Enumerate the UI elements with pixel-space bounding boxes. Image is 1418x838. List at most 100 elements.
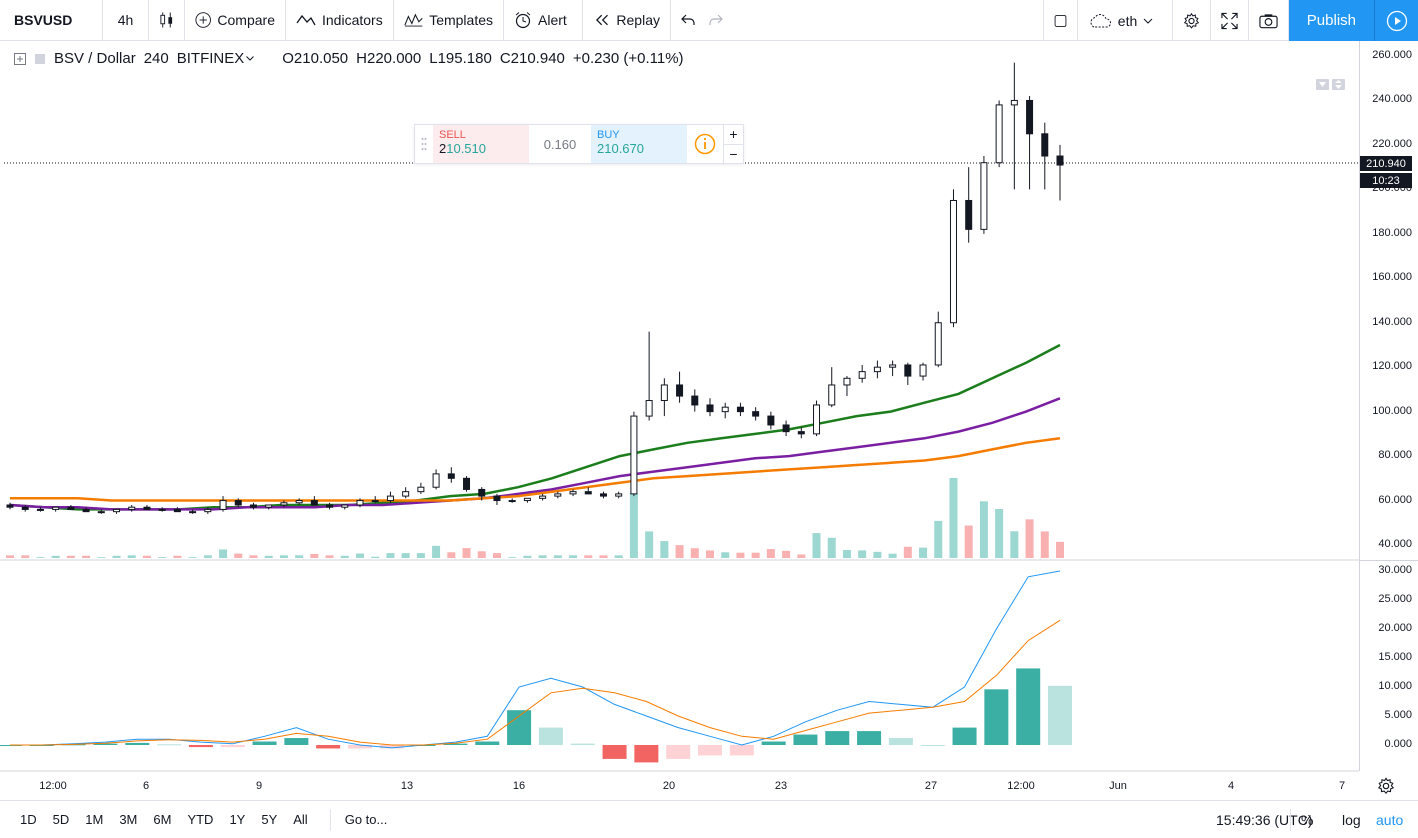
- candle: [523, 497, 531, 503]
- price-tick-label: 60.000: [1378, 493, 1412, 506]
- volume-bar: [401, 553, 410, 558]
- macd-histogram-bar: [952, 727, 977, 745]
- price-tick-label: 240.000: [1372, 93, 1412, 106]
- volume-bar: [1010, 531, 1019, 558]
- percent-scale-toggle[interactable]: %: [1290, 809, 1313, 831]
- price-tick-label: 80.000: [1378, 449, 1412, 462]
- drag-handle-icon[interactable]: [415, 125, 433, 163]
- volume-bar: [827, 537, 836, 558]
- volume-bar: [797, 554, 806, 558]
- scale-arrows[interactable]: [1316, 79, 1345, 90]
- chevron-down-icon[interactable]: [246, 56, 255, 61]
- range-button[interactable]: 6M: [145, 812, 179, 827]
- candle: [645, 331, 653, 421]
- macd-histogram-bar: [825, 731, 850, 745]
- candle: [508, 498, 516, 503]
- goto-date-button[interactable]: Go to...: [329, 808, 387, 831]
- price-tick-label: 220.000: [1372, 137, 1412, 150]
- candle: [843, 376, 851, 397]
- candle: [630, 411, 638, 497]
- legend-open: O210.050: [282, 50, 349, 67]
- volume-bar: [736, 552, 745, 558]
- time-tick-label: 7: [1339, 780, 1345, 792]
- range-button[interactable]: 1Y: [221, 812, 253, 827]
- volume-bar: [766, 549, 775, 558]
- volume-bar: [888, 553, 897, 558]
- price-tick-label: 100.000: [1372, 404, 1412, 417]
- volume-bar: [629, 493, 638, 558]
- candle: [463, 476, 471, 492]
- volume-bar: [112, 555, 121, 558]
- expand-plus-icon[interactable]: [14, 52, 26, 65]
- legend-exchange[interactable]: BITFINEX: [177, 50, 245, 67]
- macd-histogram-bar: [793, 734, 818, 745]
- range-button[interactable]: All: [285, 812, 315, 827]
- volume-bar: [995, 509, 1004, 558]
- auto-scale-toggle[interactable]: auto: [1376, 801, 1403, 838]
- axis-pane-separator: [1360, 560, 1418, 561]
- macd-histogram-bar: [602, 745, 627, 759]
- buy-button[interactable]: BUY 210.670: [591, 125, 687, 163]
- range-button[interactable]: 1M: [77, 812, 111, 827]
- volume-bar: [675, 545, 684, 558]
- time-axis-settings-button[interactable]: [1374, 775, 1398, 797]
- range-button[interactable]: 5Y: [253, 812, 285, 827]
- macd-histogram-bar: [316, 745, 341, 749]
- volume-bar: [432, 545, 441, 558]
- candle: [919, 362, 927, 381]
- volume-bar: [127, 555, 136, 558]
- plus-icon[interactable]: +: [724, 125, 743, 145]
- candle: [173, 507, 181, 513]
- volume-bar: [949, 478, 958, 558]
- volume-bar: [751, 552, 760, 558]
- info-icon: [694, 133, 716, 155]
- macd-tick-label: 15.000: [1378, 651, 1412, 663]
- candle: [1010, 62, 1018, 190]
- volume-bar: [142, 555, 151, 558]
- minus-icon[interactable]: −: [724, 145, 743, 164]
- volume-bar: [279, 555, 288, 558]
- time-axis[interactable]: 12:00 6 9 13 16 20 23 27 12:00 Jun 4 7: [39, 780, 1345, 792]
- time-tick-label: 6: [143, 780, 149, 792]
- volume-bar: [6, 555, 14, 558]
- volume-bar: [812, 533, 821, 558]
- candle: [402, 487, 410, 499]
- macd-tick-label: 20.000: [1378, 622, 1412, 634]
- range-button[interactable]: 3M: [111, 812, 145, 827]
- volume-bar: [447, 552, 456, 558]
- volume-bar: [325, 555, 334, 558]
- candle: [721, 402, 729, 419]
- macd-histogram-bar: [857, 731, 882, 745]
- macd-histogram-bar: [475, 741, 500, 745]
- volume-bar: [188, 557, 197, 558]
- volume-bar: [873, 551, 882, 558]
- legend-low: L195.180: [429, 50, 492, 67]
- log-scale-toggle[interactable]: log: [1342, 801, 1361, 838]
- gear-icon: [1377, 777, 1395, 795]
- candle: [949, 189, 957, 328]
- visibility-square-icon[interactable]: [34, 53, 46, 65]
- price-axis[interactable]: 260.000 240.000 220.000 200.000 180.000 160.0…: [1359, 41, 1418, 771]
- macd-histogram-bar: [125, 742, 150, 745]
- candle: [797, 427, 805, 439]
- candle: [782, 420, 790, 437]
- volume-bar: [584, 555, 593, 558]
- candle: [873, 360, 881, 379]
- macd-lines: [10, 570, 1061, 749]
- candle: [615, 491, 623, 499]
- range-button[interactable]: YTD: [179, 812, 221, 827]
- candle: [599, 491, 607, 499]
- volume-bar: [690, 548, 699, 558]
- candle: [980, 156, 988, 234]
- volume-bar: [97, 557, 106, 558]
- range-button[interactable]: 1D: [12, 812, 45, 827]
- range-button[interactable]: 5D: [45, 812, 78, 827]
- time-tick-label: 9: [256, 780, 262, 792]
- volume-bar: [66, 555, 75, 558]
- candle: [143, 504, 151, 510]
- info-button[interactable]: [687, 125, 723, 163]
- time-tick-label: 27: [925, 780, 937, 792]
- macd-line: [10, 570, 1061, 749]
- sell-button[interactable]: SELL 210.510: [433, 125, 529, 163]
- volume-bar: [721, 552, 730, 558]
